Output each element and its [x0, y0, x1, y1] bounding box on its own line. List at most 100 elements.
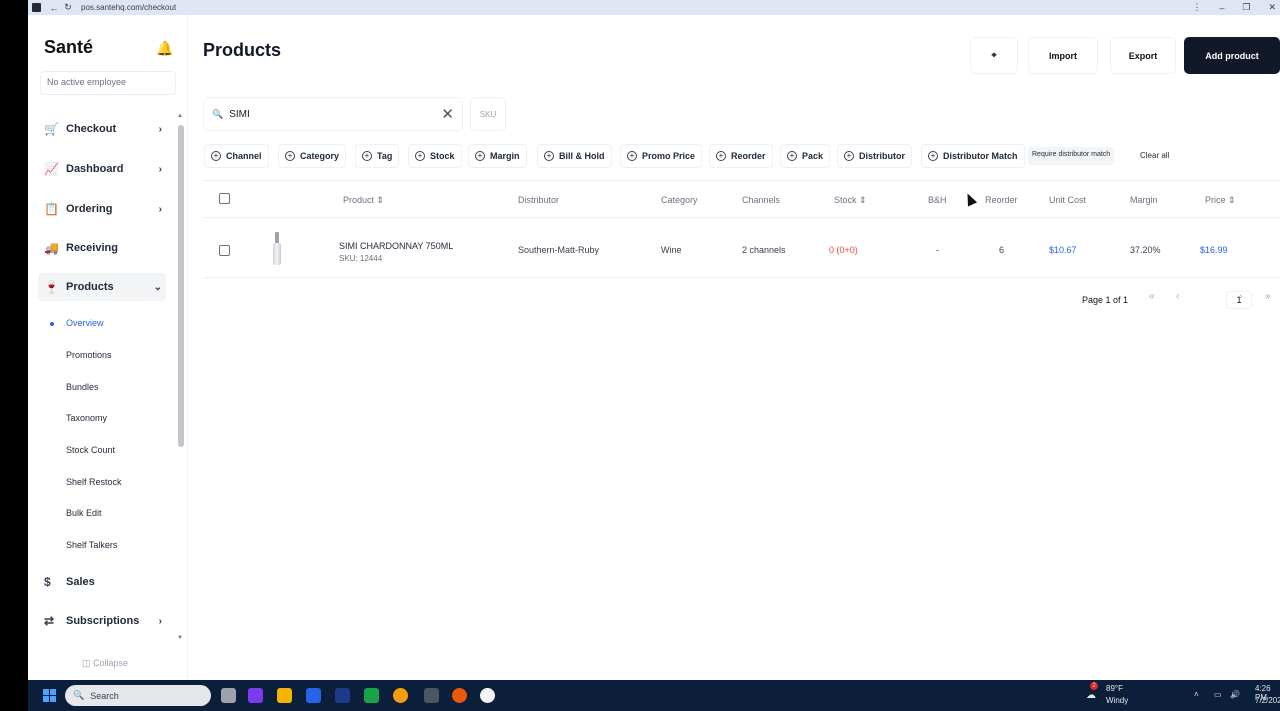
sub-promotions[interactable]: Promotions	[66, 350, 112, 360]
nav-subscriptions[interactable]: ⇄ Subscriptions ›	[38, 607, 166, 635]
cell-price[interactable]: $16.99	[1200, 245, 1228, 255]
truck-icon: 🚚	[44, 241, 59, 255]
weather-temp: 89°F	[1106, 684, 1123, 693]
more-icon[interactable]: ⋮	[1192, 2, 1201, 13]
sub-bundles[interactable]: Bundles	[66, 382, 99, 392]
cell-channels: 2 channels	[742, 245, 786, 255]
nav-label: Checkout	[66, 123, 117, 135]
import-button[interactable]: Import	[1028, 37, 1098, 74]
clear-all-button[interactable]: Clear all	[1140, 151, 1169, 160]
nav-ordering[interactable]: 📋 Ordering ›	[38, 195, 166, 223]
chrome-profile-icon[interactable]	[452, 688, 467, 703]
product-name[interactable]: SIMI CHARDONNAY 750ML	[339, 241, 453, 251]
th-margin: Margin	[1130, 195, 1158, 205]
weather-desc: Windy	[1106, 696, 1129, 705]
scroll-up-icon[interactable]: ▲	[177, 113, 183, 119]
filter-label: Distributor	[859, 151, 905, 161]
select-all-checkbox[interactable]	[219, 193, 230, 204]
monitor-icon[interactable]: ▭	[1214, 690, 1222, 699]
filter-tag[interactable]: + Tag	[355, 144, 400, 168]
copilot-icon[interactable]	[248, 688, 263, 703]
chevron-down-icon: ⌄	[153, 281, 162, 293]
task-view-icon[interactable]	[221, 688, 236, 703]
sub-overview[interactable]: Overview	[66, 318, 104, 328]
sub-shelf-restock[interactable]: Shelf Restock	[66, 477, 122, 487]
export-button[interactable]: Export	[1110, 37, 1176, 74]
tray-chevron-icon[interactable]: ˄	[1194, 690, 1199, 699]
restore-icon[interactable]: ❐	[1242, 2, 1250, 13]
sidebar-scrollbar[interactable]: ▲ ▼	[177, 113, 184, 657]
scroll-thumb[interactable]	[178, 125, 184, 447]
notification-badge: 2	[1090, 682, 1098, 690]
plus-circle-icon: +	[844, 151, 854, 161]
prev-page-icon[interactable]: ‹	[1176, 291, 1179, 302]
nav-checkout[interactable]: 🛒 Checkout ›	[38, 115, 166, 143]
scan-button[interactable]: ⌖	[970, 37, 1018, 74]
filter-distributor[interactable]: + Distributor	[837, 144, 912, 168]
row-checkbox[interactable]	[219, 245, 230, 256]
next-page-icon[interactable]: ›	[1239, 291, 1242, 302]
first-page-icon[interactable]: «	[1149, 291, 1155, 302]
taskbar-search[interactable]: 🔍 Search	[65, 685, 211, 706]
th-product[interactable]: Product ⇕	[343, 195, 384, 206]
bottle-icon: 🍷	[44, 280, 59, 294]
plus-circle-icon: +	[787, 151, 797, 161]
filter-category[interactable]: + Category	[278, 144, 347, 168]
search-input[interactable]: 🔍 SIMI ✕	[203, 97, 463, 131]
sub-shelf-talkers[interactable]: Shelf Talkers	[66, 540, 117, 550]
add-product-button[interactable]: Add product	[1184, 37, 1280, 74]
employee-selector[interactable]: No active employee	[40, 71, 176, 95]
weather-icon[interactable]: ☁	[1086, 690, 1096, 701]
minimize-icon[interactable]: –	[1219, 3, 1224, 13]
nav-dashboard[interactable]: 📈 Dashboard ›	[38, 155, 166, 183]
filter-label: Tag	[377, 151, 393, 161]
dollar-icon: $	[44, 575, 51, 589]
url-text[interactable]: pos.santehq.com/checkout	[81, 3, 176, 12]
reload-icon[interactable]: ↻	[61, 2, 75, 13]
chevron-right-icon: ›	[158, 123, 162, 135]
filter-promo-price[interactable]: + Promo Price	[620, 144, 703, 168]
volume-icon[interactable]: 🔊	[1230, 690, 1240, 699]
active-dot	[50, 322, 54, 326]
app-icon[interactable]	[480, 688, 495, 703]
scroll-down-icon[interactable]: ▼	[177, 635, 183, 641]
snipping-tool-icon[interactable]	[424, 688, 439, 703]
plus-circle-icon: +	[544, 151, 554, 161]
th-stock[interactable]: Stock ⇕	[834, 195, 867, 206]
collapse-button[interactable]: ◫ Collapse	[82, 658, 128, 669]
filter-pack[interactable]: + Pack	[780, 144, 831, 168]
table-row[interactable]: SIMI CHARDONNAY 750ML SKU: 12444 Souther…	[203, 218, 1280, 278]
filter-margin[interactable]: + Margin	[468, 144, 527, 168]
windows-start-icon[interactable]	[43, 689, 56, 702]
pos-app-icon[interactable]	[335, 688, 350, 703]
nav-sales[interactable]: $ Sales	[38, 568, 166, 596]
nav-receiving[interactable]: 🚚 Receiving	[38, 234, 166, 262]
back-icon[interactable]: ←	[47, 3, 61, 13]
filter-channel[interactable]: + Channel	[204, 144, 269, 168]
sub-bulk-edit[interactable]: Bulk Edit	[66, 508, 102, 518]
bell-icon[interactable]: 🔔	[156, 40, 173, 57]
sub-taxonomy[interactable]: Taxonomy	[66, 413, 107, 423]
cell-unit-cost[interactable]: $10.67	[1049, 245, 1077, 255]
filter-reorder[interactable]: + Reorder	[709, 144, 773, 168]
nav-label: Sales	[66, 576, 95, 588]
sub-stock-count[interactable]: Stock Count	[66, 445, 115, 455]
last-page-icon[interactable]: »	[1265, 291, 1271, 302]
chrome-icon[interactable]	[393, 688, 408, 703]
clear-search-icon[interactable]: ✕	[441, 105, 454, 123]
clock-date[interactable]: 7/2/202	[1255, 696, 1280, 705]
filter-bill-hold[interactable]: + Bill & Hold	[537, 144, 612, 168]
close-icon[interactable]: ✕	[1268, 2, 1276, 13]
nav-products[interactable]: 🍷 Products ⌄	[38, 273, 166, 301]
excel-icon[interactable]	[364, 688, 379, 703]
file-explorer-icon[interactable]	[277, 688, 292, 703]
plus-circle-icon: +	[475, 151, 485, 161]
th-price[interactable]: Price ⇕	[1205, 195, 1236, 206]
cell-reorder: 6	[999, 245, 1005, 255]
collapse-icon: ◫	[82, 658, 91, 668]
outlook-icon[interactable]	[306, 688, 321, 703]
require-distributor-match-toggle[interactable]: Require distributor match	[1028, 147, 1115, 165]
filter-stock[interactable]: + Stock	[408, 144, 462, 168]
filter-distributor-match[interactable]: + Distributor Match	[921, 144, 1025, 168]
sku-toggle[interactable]: SKU	[470, 97, 506, 131]
